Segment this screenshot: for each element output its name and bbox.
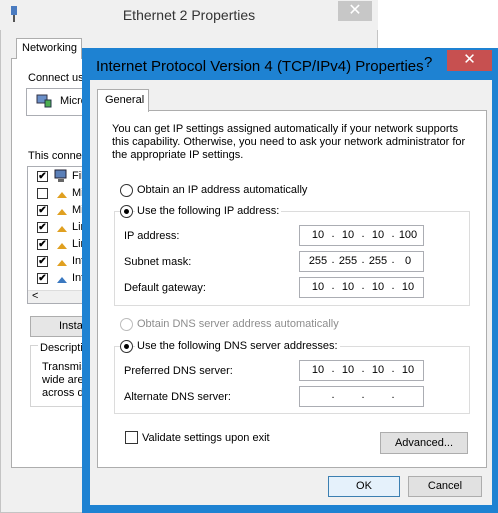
- preferred-octet-4: 10: [401, 364, 415, 376]
- dns-auto-radio[interactable]: [120, 318, 133, 331]
- gateway-octet-1: 10: [311, 281, 325, 293]
- item-checkbox-2[interactable]: ✔: [37, 205, 48, 216]
- ip-address-input[interactable]: 10. 10. 10. 100: [299, 225, 424, 246]
- default-gateway-label: Default gateway:: [124, 282, 206, 294]
- preferred-octet-2: 10: [341, 364, 355, 376]
- item-checkbox-4[interactable]: ✔: [37, 239, 48, 250]
- dialog-close-button[interactable]: ✕: [447, 50, 492, 71]
- cancel-button[interactable]: Cancel: [408, 476, 482, 497]
- item-checkbox-0[interactable]: ✔: [37, 171, 48, 182]
- description-line-0: Transmis: [42, 361, 87, 373]
- connect-using-label: Connect us: [28, 72, 84, 84]
- computer-icon: [54, 169, 67, 182]
- ip-auto-radio[interactable]: [120, 184, 133, 197]
- protocol-icon: [57, 226, 67, 232]
- alternate-dns-input[interactable]: . . .: [299, 386, 424, 407]
- tab-general[interactable]: General: [97, 89, 149, 112]
- intro-text: You can get IP settings assigned automat…: [112, 123, 466, 161]
- ethernet-close-button[interactable]: ✕: [338, 1, 372, 21]
- description-line-2: across di: [42, 387, 87, 399]
- subnet-octet-3: 255: [368, 255, 388, 267]
- gateway-octet-4: 10: [401, 281, 415, 293]
- tab-networking[interactable]: Networking: [16, 38, 82, 59]
- preferred-dns-label: Preferred DNS server:: [124, 365, 233, 377]
- default-gateway-input[interactable]: 10. 10. 10. 10: [299, 277, 424, 298]
- preferred-octet-3: 10: [371, 364, 385, 376]
- protocol-icon: [57, 209, 67, 215]
- help-button[interactable]: ?: [424, 54, 432, 71]
- validate-checkbox[interactable]: [125, 431, 138, 444]
- ip-octet-3: 10: [371, 229, 385, 241]
- alternate-dns-label: Alternate DNS server:: [124, 391, 231, 403]
- item-checkbox-3[interactable]: ✔: [37, 222, 48, 233]
- item-checkbox-1[interactable]: [37, 188, 48, 199]
- ok-button[interactable]: OK: [328, 476, 400, 497]
- dns-manual-radio[interactable]: [120, 340, 133, 353]
- ip-manual-radio[interactable]: [120, 205, 133, 218]
- item-checkbox-5[interactable]: ✔: [37, 256, 48, 267]
- subnet-octet-1: 255: [308, 255, 328, 267]
- ip-octet-1: 10: [311, 229, 325, 241]
- dialog-title: Internet Protocol Version 4 (TCP/IPv4) P…: [96, 58, 424, 75]
- subnet-octet-4: 0: [404, 255, 412, 267]
- subnet-mask-input[interactable]: 255. 255. 255. 0: [299, 251, 424, 272]
- item-checkbox-6[interactable]: ✔: [37, 273, 48, 284]
- ip-octet-2: 10: [341, 229, 355, 241]
- subnet-octet-2: 255: [338, 255, 358, 267]
- scroll-left-arrow[interactable]: <: [32, 290, 38, 302]
- this-connection-label: This conne: [28, 150, 82, 162]
- ip-auto-label[interactable]: Obtain an IP address automatically: [137, 184, 307, 196]
- protocol-icon: [57, 260, 67, 266]
- preferred-dns-input[interactable]: 10. 10. 10. 10: [299, 360, 424, 381]
- ip-octet-4: 100: [398, 229, 418, 241]
- protocol-icon: [57, 277, 67, 283]
- dns-manual-label[interactable]: Use the following DNS server addresses:: [135, 340, 340, 352]
- validate-label[interactable]: Validate settings upon exit: [142, 432, 270, 444]
- ip-address-label: IP address:: [124, 230, 180, 242]
- ip-manual-label[interactable]: Use the following IP address:: [135, 205, 282, 217]
- gateway-octet-3: 10: [371, 281, 385, 293]
- adapter-icon: [36, 94, 52, 108]
- ethernet-window-title: Ethernet 2 Properties: [122, 7, 256, 23]
- subnet-mask-label: Subnet mask:: [124, 256, 192, 268]
- advanced-button[interactable]: Advanced...: [380, 432, 468, 454]
- dns-auto-label[interactable]: Obtain DNS server address automatically: [137, 318, 339, 330]
- protocol-icon: [57, 243, 67, 249]
- preferred-octet-1: 10: [311, 364, 325, 376]
- protocol-icon: [57, 192, 67, 198]
- gateway-octet-2: 10: [341, 281, 355, 293]
